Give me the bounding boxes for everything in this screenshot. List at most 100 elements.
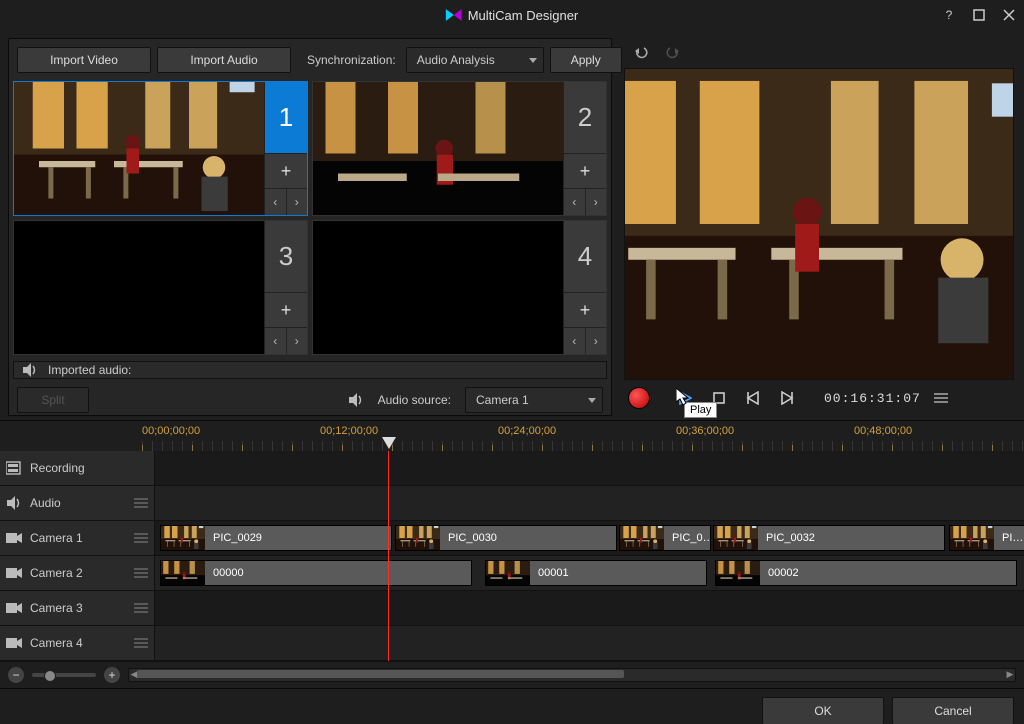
camera-1-prev-button[interactable]: ‹ [265,189,287,215]
prev-frame-button[interactable] [740,386,766,410]
track-head-camera-2[interactable]: Camera 2 [0,556,155,590]
chevron-down-icon [529,58,537,63]
list-icon [134,532,148,544]
clip-label: PIC_0032 [758,532,815,544]
list-icon [134,637,148,649]
camera-3-next-button[interactable]: › [287,328,308,354]
sync-label: Synchronization: [303,53,400,67]
track-head-camera-4[interactable]: Camera 4 [0,626,155,660]
camera-2-add-button[interactable]: + [564,154,606,189]
undo-button[interactable] [628,40,654,64]
track-head-audio[interactable]: Audio [0,486,155,520]
playhead[interactable] [388,451,389,661]
speaker-icon [348,392,364,408]
track-label: Camera 3 [30,601,83,615]
clip[interactable]: 00000 [160,560,472,586]
clip-label: 00000 [205,567,244,579]
camera-3-number[interactable]: 3 [265,221,307,293]
next-frame-button[interactable] [774,386,800,410]
track-body-recording[interactable] [155,451,1024,485]
track-head-camera-3[interactable]: Camera 3 [0,591,155,625]
camera-2-prev-button[interactable]: ‹ [564,189,586,215]
camera-1-add-button[interactable]: + [265,154,307,189]
camera-cell-3[interactable]: 3 + ‹ › [13,220,308,355]
track-body-camera-3[interactable] [155,591,1024,625]
clip[interactable]: PI… [949,525,1024,551]
camera-3-prev-button[interactable]: ‹ [265,328,287,354]
ok-button[interactable]: OK [762,697,884,724]
zoom-out-button[interactable]: − [8,667,24,683]
camera-2-next-button[interactable]: › [586,189,607,215]
split-button[interactable]: Split [17,387,89,413]
maximize-button[interactable] [970,6,988,24]
zoom-slider[interactable] [32,673,96,677]
clip[interactable]: PIC_0030 [395,525,617,551]
imported-audio-label: Imported audio: [48,363,131,377]
audio-source-select[interactable]: Camera 1 [465,387,603,413]
camera-3-add-button[interactable]: + [265,293,307,328]
track-body-camera-1[interactable]: PIC_0029PIC_0030PIC_0… PIC_0032 PI… [155,521,1024,555]
camera-1-number[interactable]: 1 [265,82,307,154]
track-head-camera-1[interactable]: Camera 1 [0,521,155,555]
camera-icon [6,600,22,616]
scroll-right-button[interactable]: ▶ [1004,669,1016,679]
close-button[interactable] [1000,6,1018,24]
app-title: MultiCam Designer [468,8,579,23]
camera-icon [6,530,22,546]
track-head-recording[interactable]: Recording [0,451,155,485]
clip[interactable]: 00002 [715,560,1017,586]
camera-cell-4[interactable]: 4 + ‹ › [312,220,607,355]
tooltip-play: Play [684,402,717,418]
clip[interactable]: PIC_0029 [160,525,392,551]
clip-label: 00002 [760,567,799,579]
clip-thumbnail [161,526,205,550]
film-icon [6,460,22,476]
camera-1-next-button[interactable]: › [287,189,308,215]
timecode-display: 00:16:31:07 [824,391,921,406]
redo-button[interactable] [660,40,686,64]
scrollbar-thumb[interactable] [137,670,624,678]
clip-thumbnail [486,561,530,585]
track-body-audio[interactable] [155,486,1024,520]
preview-panel: 00:16:31:07 Play [622,38,1016,416]
clip[interactable]: 00001 [485,560,707,586]
timecode-options-button[interactable] [929,386,955,410]
track-body-camera-2[interactable]: 00000 00001 00002 [155,556,1024,590]
clip-thumbnail [161,561,205,585]
app-logo-icon [446,7,462,23]
camera-1-thumbnail [14,82,264,215]
record-button[interactable] [628,387,650,409]
source-panel: Import Video Import Audio Synchronizatio… [8,38,612,416]
import-video-button[interactable]: Import Video [17,47,151,73]
camera-4-next-button[interactable]: › [586,328,607,354]
ruler-tick: 00;36;00;00 [676,425,734,437]
track-body-camera-4[interactable] [155,626,1024,660]
camera-icon [6,565,22,581]
import-audio-button[interactable]: Import Audio [157,47,291,73]
camera-2-number[interactable]: 2 [564,82,606,154]
track-label: Camera 1 [30,531,83,545]
ruler-tick: 00;12;00;00 [320,425,378,437]
audio-source-value: Camera 1 [476,393,529,407]
sync-mode-select[interactable]: Audio Analysis [406,47,544,73]
zoom-in-button[interactable]: + [104,667,120,683]
camera-4-add-button[interactable]: + [564,293,606,328]
speaker-icon [6,495,22,511]
clip[interactable]: PIC_0… [619,525,711,551]
help-button[interactable]: ? [940,6,958,24]
clip[interactable]: PIC_0032 [713,525,945,551]
timeline-scrollbar[interactable]: ◀ ▶ [128,668,1016,682]
imported-audio-row: Imported audio: [13,361,607,379]
list-icon [134,567,148,579]
clip-label: PI… [994,532,1023,544]
camera-cell-1[interactable]: 1 + ‹ › [13,81,308,216]
camera-4-number[interactable]: 4 [564,221,606,293]
camera-icon [6,635,22,651]
camera-2-thumbnail [313,82,563,215]
apply-button[interactable]: Apply [550,47,622,73]
cancel-button[interactable]: Cancel [892,697,1014,724]
timeline-ruler[interactable]: 00;00;00;00 00;12;00;00 00;24;00;00 00;3… [142,421,1024,451]
camera-4-prev-button[interactable]: ‹ [564,328,586,354]
camera-cell-2[interactable]: 2 + ‹ › [312,81,607,216]
preview-viewport[interactable] [624,68,1014,380]
